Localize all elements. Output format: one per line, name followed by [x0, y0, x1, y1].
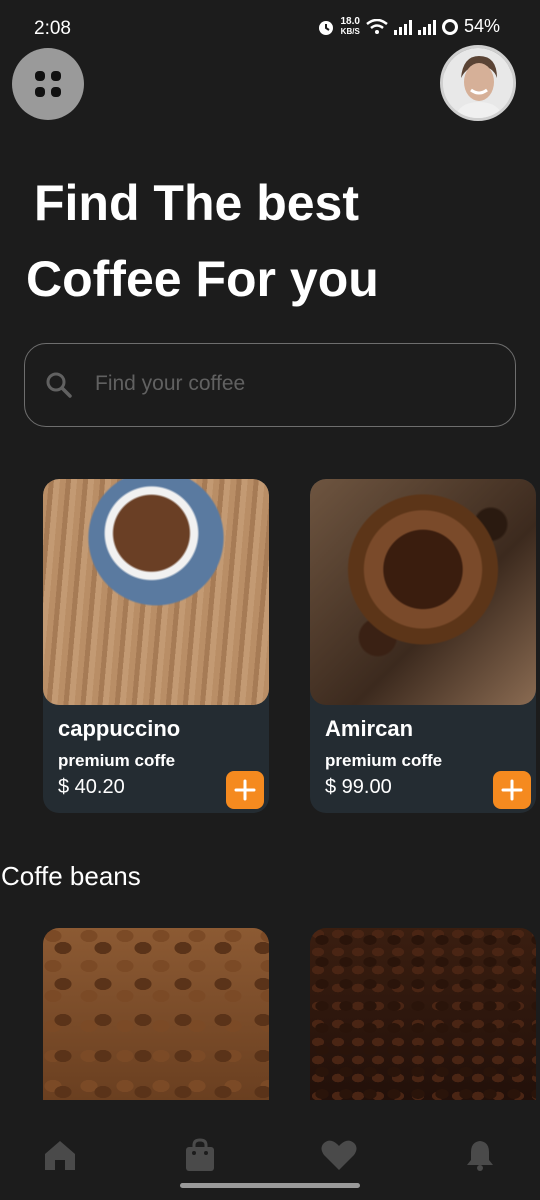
user-photo — [443, 48, 513, 118]
product-card[interactable]: cappuccino premium coffe $ 40.20 — [43, 479, 269, 813]
plus-icon — [501, 779, 523, 801]
heart-icon[interactable] — [320, 1138, 358, 1172]
product-subtitle: premium coffe — [58, 751, 176, 770]
product-name: cappuccino — [58, 716, 181, 741]
page-title-line-2: Coffee For you — [26, 251, 379, 307]
net-speed-value: 18.0 — [340, 15, 360, 27]
section-title-beans: Coffe beans — [1, 861, 141, 891]
product-image-cappuccino — [43, 479, 269, 705]
search-input[interactable] — [95, 364, 475, 404]
product-image-americano — [310, 479, 536, 705]
product-name: Amircan — [325, 716, 414, 741]
signal-icon — [393, 19, 412, 35]
product-price: $ 40.20 — [58, 776, 125, 798]
signal-icon-2 — [417, 19, 436, 35]
status-time: 2:08 — [34, 18, 71, 39]
page-title-line-1: Find The best — [34, 175, 359, 231]
product-subtitle: premium coffe — [325, 751, 443, 770]
battery-icon — [441, 18, 458, 35]
search-icon — [46, 372, 72, 398]
bell-icon[interactable] — [463, 1138, 497, 1172]
status-icons: 18.0 KB/S 54% — [317, 15, 500, 37]
bean-card-dark-roast[interactable] — [310, 928, 536, 1100]
gesture-bar — [180, 1183, 360, 1188]
product-price: $ 99.00 — [325, 776, 392, 798]
add-to-cart-button[interactable] — [226, 771, 264, 809]
menu-button[interactable] — [12, 48, 84, 120]
battery-level: 54% — [463, 16, 500, 36]
page-title: Find The best Coffee For you — [26, 165, 506, 317]
status-bar: 2:08 18.0 KB/S 54% — [0, 0, 540, 56]
net-speed: 18.0 KB/S — [340, 15, 360, 37]
wifi-icon — [366, 18, 388, 34]
alarm-icon — [318, 20, 333, 35]
avatar[interactable] — [440, 45, 516, 121]
product-card[interactable]: Amircan premium coffe $ 99.00 — [310, 479, 536, 813]
add-to-cart-button[interactable] — [493, 771, 531, 809]
bag-icon[interactable] — [183, 1138, 217, 1172]
search-box[interactable] — [24, 343, 516, 427]
plus-icon — [234, 779, 256, 801]
home-icon[interactable] — [43, 1138, 77, 1172]
bean-card-light-roast[interactable] — [43, 928, 269, 1100]
grid-menu-icon — [35, 71, 61, 97]
net-speed-unit: KB/S — [340, 26, 360, 36]
